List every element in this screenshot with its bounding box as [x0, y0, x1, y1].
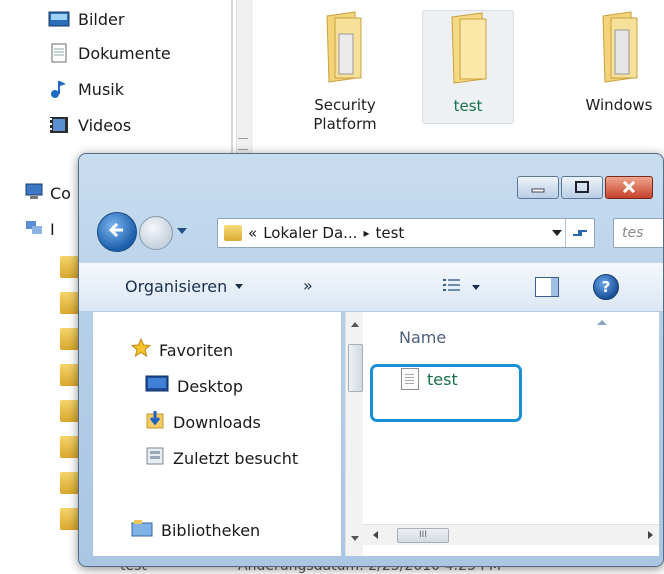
- scroll-left-icon[interactable]: [373, 531, 378, 539]
- bg-nav-label: Dokumente: [78, 43, 171, 63]
- folder-icon: [315, 11, 375, 90]
- breadcrumb-overflow[interactable]: «: [248, 224, 257, 242]
- caption-buttons: [517, 176, 653, 199]
- organize-button[interactable]: Organisieren: [125, 277, 244, 296]
- bg-nav-item-bilder[interactable]: Bilder: [48, 6, 124, 32]
- folder-icon: [60, 472, 80, 494]
- recent-pages-dropdown-icon[interactable]: [177, 228, 187, 234]
- file-list-hscrollbar[interactable]: III: [363, 524, 659, 545]
- scroll-down-icon[interactable]: [351, 536, 359, 541]
- close-button[interactable]: [605, 176, 653, 199]
- nav-label: Desktop: [177, 376, 243, 396]
- forward-button[interactable]: [139, 216, 173, 250]
- bg-nav-item-network[interactable]: I: [24, 218, 55, 240]
- close-icon: [622, 178, 636, 197]
- folder-icon: [60, 292, 80, 314]
- scroll-right-icon[interactable]: [648, 531, 653, 539]
- more-commands-button[interactable]: »: [303, 276, 313, 295]
- bg-nav-label: Co: [50, 183, 71, 203]
- view-options-button[interactable]: [442, 277, 480, 297]
- libraries-icon: [131, 519, 153, 541]
- back-arrow-icon: [107, 221, 127, 243]
- refresh-icon: [573, 230, 587, 236]
- maximize-button[interactable]: [561, 176, 603, 199]
- bg-nav-item-computer[interactable]: Co: [24, 182, 71, 204]
- desktop-icon: [145, 375, 169, 397]
- nav-label: Zuletzt besucht: [173, 448, 299, 468]
- chevron-down-icon: [235, 284, 244, 289]
- command-bar: Organisieren » ?: [79, 262, 663, 312]
- address-dropdown-icon[interactable]: [552, 230, 562, 236]
- nav-item-bibliotheken[interactable]: Bibliotheken: [131, 516, 260, 544]
- downloads-icon: [145, 410, 165, 434]
- bg-splitter[interactable]: [231, 0, 233, 160]
- bg-folder-windows[interactable]: Windows: [574, 8, 664, 115]
- navigation-pane: Favoriten Desktop Downloads Zuletzt besu…: [93, 312, 341, 556]
- videos-icon: [48, 115, 70, 135]
- nav-pane-scrollbar[interactable]: [345, 312, 364, 556]
- folder-label: Windows: [585, 96, 653, 114]
- breadcrumb-segment[interactable]: Lokaler Da...: [263, 224, 357, 242]
- scroll-up-icon[interactable]: [351, 322, 359, 327]
- nav-label: Downloads: [173, 412, 261, 432]
- view-details-icon: [442, 277, 462, 297]
- scroll-grip: [238, 138, 248, 150]
- folder-icon: [60, 508, 80, 530]
- address-bar[interactable]: « Lokaler Da... ▸ test: [217, 218, 595, 248]
- computer-icon: [24, 182, 44, 204]
- bg-nav-scrollbar[interactable]: [236, 0, 253, 160]
- maximize-icon: [575, 178, 589, 197]
- folder-icon: [589, 11, 649, 90]
- highlight-box: [370, 364, 522, 422]
- breadcrumb-segment[interactable]: test: [375, 224, 404, 242]
- folder-icon: [60, 256, 80, 278]
- nav-item-zuletzt-besucht[interactable]: Zuletzt besucht: [145, 444, 298, 472]
- minimize-button[interactable]: [517, 176, 559, 199]
- documents-icon: [48, 43, 70, 63]
- nav-label: Bibliotheken: [161, 520, 261, 540]
- sort-indicator-icon: [597, 320, 607, 325]
- folder-icon: [224, 225, 242, 241]
- nav-item-desktop[interactable]: Desktop: [145, 372, 243, 400]
- bg-nav-label: I: [50, 219, 55, 239]
- scroll-thumb[interactable]: III: [397, 528, 449, 543]
- bg-nav-item-musik[interactable]: Musik: [48, 76, 124, 102]
- folder-icon: [438, 12, 498, 91]
- bg-nav-label: Videos: [78, 115, 132, 135]
- nav-label: Favoriten: [159, 340, 234, 360]
- network-icon: [24, 218, 44, 240]
- preview-pane-button[interactable]: [535, 277, 559, 297]
- folder-icon: [60, 364, 80, 386]
- pictures-icon: [48, 9, 70, 29]
- file-list: Name test: [363, 312, 659, 556]
- bg-nav-label: Musik: [78, 79, 124, 99]
- nav-item-favoriten[interactable]: Favoriten: [130, 336, 234, 364]
- recent-places-icon: [145, 446, 165, 470]
- folder-icon: [60, 436, 80, 458]
- help-button[interactable]: ?: [593, 274, 619, 300]
- explorer-dialog: « Lokaler Da... ▸ test tes Organisieren …: [78, 153, 664, 567]
- minimize-icon: [531, 178, 545, 197]
- refresh-button[interactable]: [565, 219, 594, 247]
- breadcrumb: « Lokaler Da... ▸ test: [248, 224, 404, 242]
- star-icon: [130, 337, 152, 362]
- breadcrumb-separator-icon[interactable]: ▸: [363, 226, 369, 240]
- bg-nav-item-dokumente[interactable]: Dokumente: [48, 40, 171, 66]
- search-input[interactable]: tes: [613, 218, 663, 248]
- nav-item-downloads[interactable]: Downloads: [145, 408, 261, 436]
- music-icon: [48, 79, 70, 99]
- organize-label: Organisieren: [125, 277, 228, 296]
- chevron-down-icon: [472, 284, 480, 290]
- bg-folder-security-platform[interactable]: Security Platform: [300, 8, 390, 134]
- folder-label: Security Platform: [313, 96, 377, 133]
- folder-icon: [60, 328, 80, 350]
- scroll-thumb[interactable]: [348, 344, 363, 392]
- bg-folder-test[interactable]: test: [422, 10, 514, 124]
- bg-nav-label: Bilder: [78, 9, 125, 29]
- back-button[interactable]: [97, 212, 137, 252]
- column-header-name[interactable]: Name: [399, 328, 446, 347]
- folder-label: test: [453, 97, 483, 115]
- folder-icon: [60, 400, 80, 422]
- bg-nav-item-videos[interactable]: Videos: [48, 112, 131, 138]
